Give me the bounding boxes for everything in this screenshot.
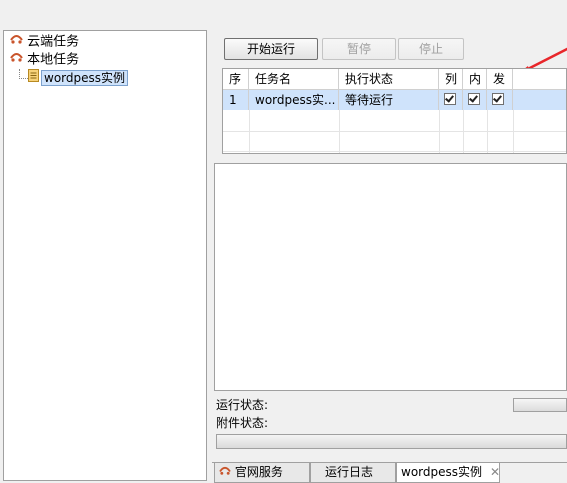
attachment-progress-bar xyxy=(216,434,567,449)
close-icon[interactable]: ✕ xyxy=(490,465,500,479)
tab-label: 官网服务 xyxy=(234,465,283,479)
stop-button[interactable]: 停止 xyxy=(398,38,464,60)
tab-wordpress-task[interactable]: wordpess实例 ✕ xyxy=(396,463,500,483)
tab-label: wordpess实例 xyxy=(401,465,483,479)
bottom-tab-strip: 官网服务 运行日志 wordpess实例 ✕ xyxy=(212,462,567,483)
inner-checkbox[interactable] xyxy=(468,93,480,105)
task-tree-icon xyxy=(10,51,23,69)
grid-line xyxy=(487,110,488,153)
row-col-cell xyxy=(439,90,463,110)
tree-node-local-tasks[interactable]: 本地任务 xyxy=(10,51,79,69)
document-icon xyxy=(28,69,39,88)
grid-line xyxy=(249,110,250,153)
col-checkbox[interactable] xyxy=(444,93,456,105)
tab-run-log[interactable]: 运行日志 xyxy=(310,463,396,483)
row-filler xyxy=(513,90,566,110)
task-detail-area: 开始运行 暂停 停止 序 任务名 执行状态 列 内 发 1 wordpess实.… xyxy=(212,30,567,483)
run-status-label: 运行状态: xyxy=(216,398,269,412)
tree-node-label: 云端任务 xyxy=(27,34,80,50)
row-inner-cell xyxy=(463,90,487,110)
tree-node-cloud-tasks[interactable]: 云端任务 xyxy=(10,33,79,51)
top-strip xyxy=(0,0,567,30)
row-status: 等待运行 xyxy=(339,90,439,110)
column-header-index[interactable]: 序 xyxy=(223,69,249,89)
empty-row xyxy=(223,131,566,152)
row-index: 1 xyxy=(223,90,249,110)
grid-line xyxy=(513,110,514,153)
task-table: 序 任务名 执行状态 列 内 发 1 wordpess实... 等待运行 xyxy=(222,68,567,154)
tree-connector xyxy=(19,78,28,79)
start-run-button[interactable]: 开始运行 xyxy=(224,38,318,60)
grid-line xyxy=(339,110,340,153)
grid-line xyxy=(439,110,440,153)
grid-line xyxy=(463,110,464,153)
tab-official-service[interactable]: 官网服务 xyxy=(214,463,310,483)
run-status-indicator xyxy=(513,398,567,412)
log-panel[interactable] xyxy=(214,163,567,391)
column-header-post[interactable]: 发 xyxy=(487,69,513,89)
task-tree-icon xyxy=(219,465,235,479)
row-task-name: wordpess实... xyxy=(249,90,339,110)
table-header: 序 任务名 执行状态 列 内 发 xyxy=(223,69,566,90)
tree-node-label: 本地任务 xyxy=(27,52,80,68)
attach-status-label: 附件状态: xyxy=(216,416,269,430)
tab-label: 运行日志 xyxy=(325,465,374,479)
column-header-name[interactable]: 任务名 xyxy=(249,69,339,89)
column-header-col[interactable]: 列 xyxy=(439,69,463,89)
tree-node-wordpress-task[interactable]: wordpess实例 xyxy=(28,69,129,88)
tree-node-label: wordpess实例 xyxy=(41,70,129,86)
table-row[interactable]: 1 wordpess实... 等待运行 xyxy=(223,90,566,110)
column-header-status[interactable]: 执行状态 xyxy=(339,69,439,89)
task-tree-panel: 云端任务 本地任务 wordpess实例 xyxy=(3,30,207,481)
task-tree-icon xyxy=(10,33,23,51)
post-checkbox[interactable] xyxy=(492,93,504,105)
column-header-inner[interactable]: 内 xyxy=(463,69,487,89)
empty-row xyxy=(223,111,566,132)
pause-button[interactable]: 暂停 xyxy=(322,38,396,60)
row-post-cell xyxy=(487,90,513,110)
column-header-filler xyxy=(513,69,566,89)
